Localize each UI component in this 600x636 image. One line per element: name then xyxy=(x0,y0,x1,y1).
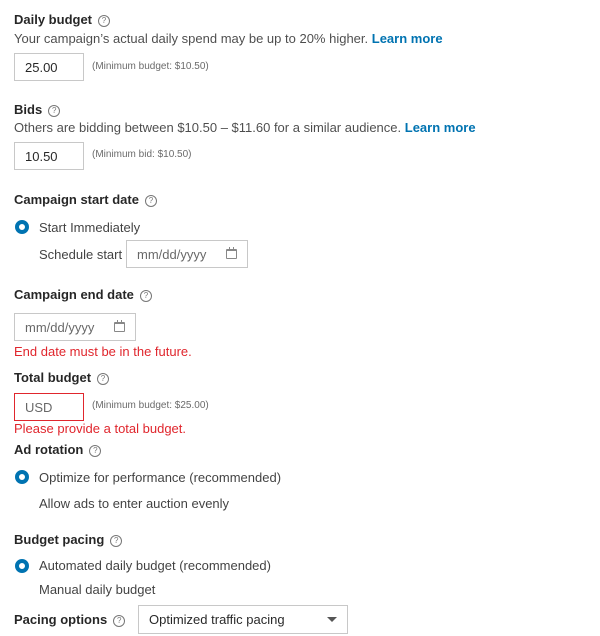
total-budget-error: Please provide a total budget. xyxy=(14,421,187,436)
optimize-performance-radio[interactable] xyxy=(15,470,29,484)
help-icon[interactable]: ? xyxy=(113,615,126,627)
schedule-start-label[interactable]: Schedule start xyxy=(39,247,122,262)
daily-budget-learn-more-link[interactable]: Learn more xyxy=(372,31,443,46)
end-date-placeholder: mm/dd/yyyy xyxy=(25,319,95,335)
automated-daily-budget-radio[interactable] xyxy=(15,559,29,573)
end-date-error: End date must be in the future. xyxy=(14,344,192,359)
bids-description: Others are bidding between $10.50 – $11.… xyxy=(14,120,476,135)
help-icon[interactable]: ? xyxy=(98,15,111,27)
end-date-label: Campaign end date? xyxy=(14,287,152,302)
ad-rotation-option[interactable]: Optimize for performance (recommended) xyxy=(39,470,281,485)
total-budget-placeholder: USD xyxy=(25,399,53,415)
budget-pacing-option[interactable]: Automated daily budget (recommended) xyxy=(39,558,271,573)
budget-pacing-label: Budget pacing? xyxy=(14,532,123,547)
start-date-placeholder: mm/dd/yyyy xyxy=(137,246,207,262)
ad-rotation-title: Ad rotation xyxy=(14,442,84,457)
bids-value: 10.50 xyxy=(25,148,58,164)
help-icon[interactable]: ? xyxy=(110,535,123,547)
schedule-start-date-input[interactable]: mm/dd/yyyy xyxy=(126,240,248,268)
daily-budget-description-text: Your campaign’s actual daily spend may b… xyxy=(14,31,369,46)
chevron-down-icon xyxy=(327,617,337,622)
bids-input[interactable]: 10.50 xyxy=(14,142,84,170)
bids-label: Bids? xyxy=(14,102,61,117)
daily-budget-hint: (Minimum budget: $10.50) xyxy=(92,61,209,72)
daily-budget-description: Your campaign’s actual daily spend may b… xyxy=(14,31,443,46)
bids-title: Bids xyxy=(14,102,43,117)
end-date-title: Campaign end date xyxy=(14,287,134,302)
pacing-options-selected: Optimized traffic pacing xyxy=(149,612,285,627)
help-icon[interactable]: ? xyxy=(97,373,110,385)
ad-rotation-label: Ad rotation? xyxy=(14,442,102,457)
total-budget-input[interactable]: USD xyxy=(14,393,84,421)
help-icon[interactable]: ? xyxy=(48,105,61,117)
help-icon[interactable]: ? xyxy=(144,195,157,207)
help-icon[interactable]: ? xyxy=(139,290,152,302)
start-immediately-radio[interactable] xyxy=(15,220,29,234)
bids-hint: (Minimum bid: $10.50) xyxy=(92,149,192,160)
start-immediately-label[interactable]: Start Immediately xyxy=(39,220,140,235)
ad-rotation-option[interactable]: Allow ads to enter auction evenly xyxy=(39,496,229,511)
calendar-icon[interactable] xyxy=(226,247,237,259)
total-budget-hint: (Minimum budget: $25.00) xyxy=(92,400,209,411)
budget-pacing-option[interactable]: Manual daily budget xyxy=(39,582,155,597)
help-icon[interactable]: ? xyxy=(89,445,102,457)
pacing-options-select[interactable]: Optimized traffic pacing xyxy=(138,605,348,634)
daily-budget-title: Daily budget xyxy=(14,12,93,27)
end-date-input[interactable]: mm/dd/yyyy xyxy=(14,313,136,341)
pacing-options-title: Pacing options xyxy=(14,612,108,627)
total-budget-title: Total budget xyxy=(14,370,92,385)
start-date-label: Campaign start date? xyxy=(14,192,157,207)
pacing-options-label: Pacing options? xyxy=(14,612,126,627)
total-budget-label: Total budget? xyxy=(14,370,110,385)
start-date-title: Campaign start date xyxy=(14,192,139,207)
daily-budget-input[interactable]: 25.00 xyxy=(14,53,84,81)
budget-pacing-title: Budget pacing xyxy=(14,532,105,547)
bids-description-text: Others are bidding between $10.50 – $11.… xyxy=(14,120,402,135)
daily-budget-label: Daily budget? xyxy=(14,12,111,27)
daily-budget-value: 25.00 xyxy=(25,59,58,75)
bids-learn-more-link[interactable]: Learn more xyxy=(405,120,476,135)
calendar-icon[interactable] xyxy=(114,320,125,332)
